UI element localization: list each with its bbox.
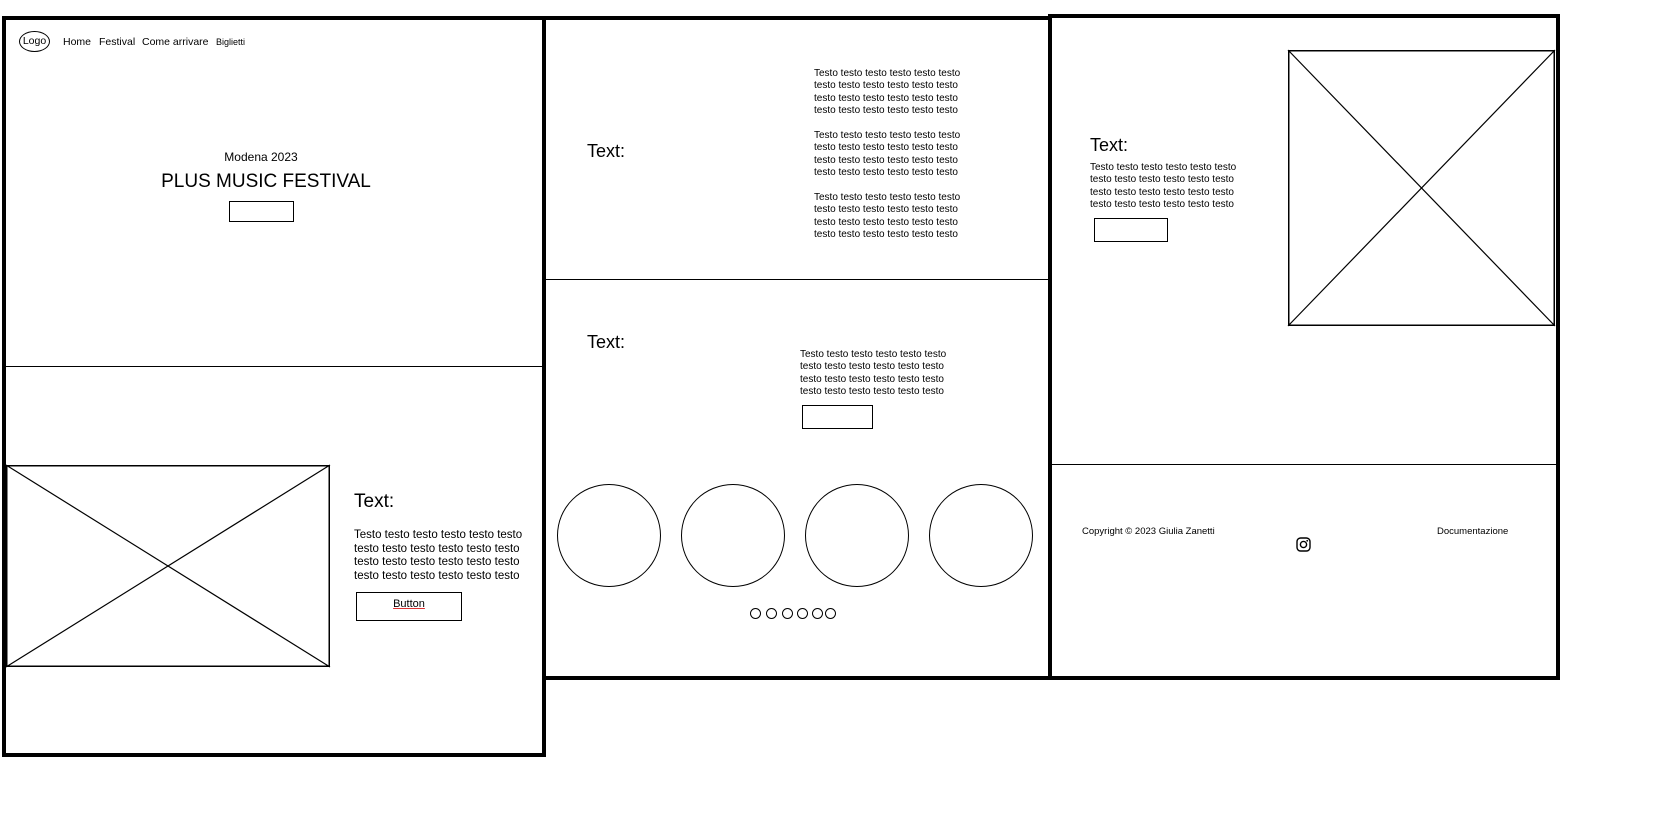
hero-title: PLUS MUSIC FESTIVAL	[161, 171, 371, 192]
section-divider	[545, 279, 1049, 280]
hero-cta-button[interactable]	[229, 201, 294, 222]
carousel-dot-2[interactable]	[766, 608, 777, 619]
carousel-heading: Text:	[587, 332, 626, 352]
carousel-paragraph: Testo testo testo testo testo testo test…	[800, 349, 947, 397]
footer-documentation-link[interactable]: Documentazione	[1437, 527, 1508, 537]
section-divider	[5, 366, 543, 367]
promo-button[interactable]	[1094, 218, 1168, 242]
carousel-dot-3[interactable]	[782, 608, 793, 619]
image-placeholder	[1287, 49, 1556, 327]
promo-paragraph: Testo testo testo testo testo testo test…	[1090, 162, 1237, 210]
carousel-dot-4[interactable]	[797, 608, 808, 619]
info-paragraph-1: Testo testo testo testo testo testo test…	[814, 68, 961, 116]
image-placeholder	[5, 464, 331, 668]
promo-heading: Text:	[1090, 135, 1129, 155]
nav-home[interactable]: Home	[63, 36, 91, 48]
info-heading: Text:	[587, 141, 626, 161]
info-paragraph-2: Testo testo testo testo testo testo test…	[814, 130, 961, 178]
instagram-icon[interactable]	[1296, 537, 1311, 552]
carousel-dot-1[interactable]	[750, 608, 761, 619]
feature-heading: Text:	[354, 491, 395, 512]
nav-come-arrivare[interactable]: Come arrivare	[142, 36, 209, 48]
carousel-item-1[interactable]	[557, 484, 661, 587]
info-paragraph-3: Testo testo testo testo testo testo test…	[814, 192, 961, 240]
hero-subtitle: Modena 2023	[224, 150, 298, 164]
feature-paragraph: Testo testo testo testo testo testo test…	[354, 529, 523, 583]
carousel-dot-6[interactable]	[825, 608, 836, 619]
nav-festival[interactable]: Festival	[99, 36, 135, 48]
footer-copyright: Copyright © 2023 Giulia Zanetti	[1082, 526, 1215, 537]
carousel-item-2[interactable]	[681, 484, 785, 587]
logo-label: Logo	[22, 35, 47, 47]
carousel-item-4[interactable]	[929, 484, 1033, 587]
carousel-item-3[interactable]	[805, 484, 909, 587]
carousel-cta-button[interactable]	[802, 405, 873, 429]
section-divider	[1051, 464, 1557, 465]
carousel-dot-5[interactable]	[812, 608, 823, 619]
nav-biglietti[interactable]: Biglietti	[216, 37, 245, 47]
feature-button-label: Button	[393, 598, 425, 610]
